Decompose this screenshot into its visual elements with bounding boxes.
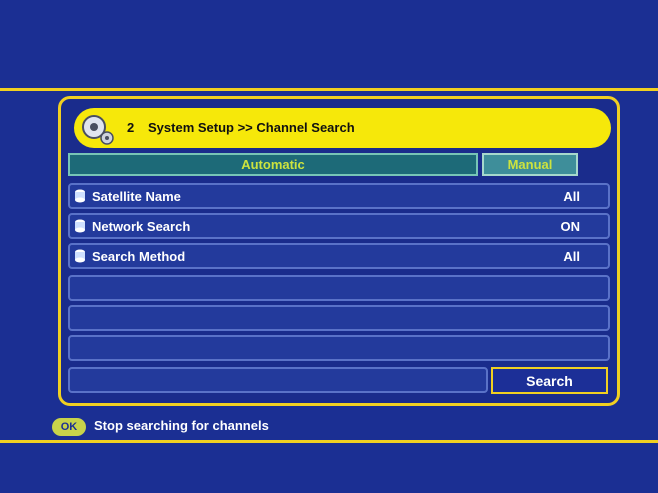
empty-row xyxy=(68,367,488,393)
bottom-divider-line xyxy=(0,440,658,443)
tab-manual[interactable]: Manual xyxy=(482,153,578,176)
setting-row-network-search[interactable]: Network Search ON xyxy=(68,213,610,239)
database-icon xyxy=(75,249,85,263)
setting-label: Search Method xyxy=(92,249,186,264)
setting-label: Network Search xyxy=(92,219,191,234)
tab-automatic[interactable]: Automatic xyxy=(68,153,478,176)
setting-value: All xyxy=(563,189,580,204)
database-icon xyxy=(75,189,85,203)
setting-value: ON xyxy=(560,219,581,234)
footer-hint: Stop searching for channels xyxy=(94,418,269,433)
empty-row xyxy=(68,275,610,301)
empty-row xyxy=(68,305,610,331)
step-number: 2 xyxy=(127,120,135,135)
ok-key-icon: OK xyxy=(52,418,86,436)
search-button[interactable]: Search xyxy=(491,367,608,394)
setting-label: Satellite Name xyxy=(92,189,181,204)
page-title: System Setup >> Channel Search xyxy=(148,120,355,135)
database-icon xyxy=(75,219,85,233)
setting-row-satellite-name[interactable]: Satellite Name All xyxy=(68,183,610,209)
title-bar: 2 System Setup >> Channel Search xyxy=(74,108,611,148)
setting-row-search-method[interactable]: Search Method All xyxy=(68,243,610,269)
satellite-dish-icon xyxy=(82,115,114,145)
empty-row xyxy=(68,335,610,361)
setting-value: All xyxy=(563,249,580,264)
top-divider-line xyxy=(0,88,658,91)
